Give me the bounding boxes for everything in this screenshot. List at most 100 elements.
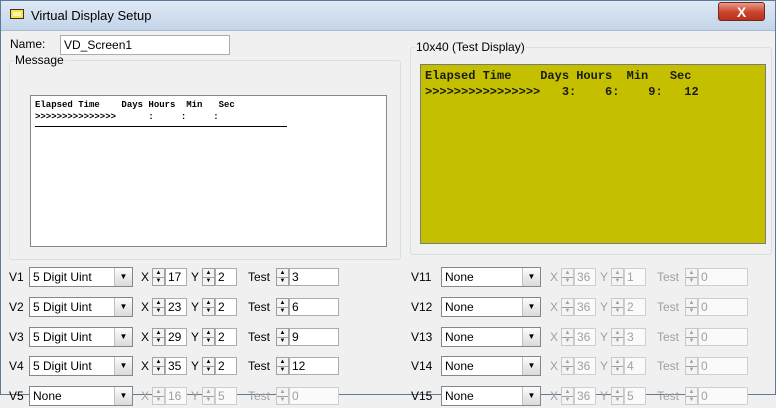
test-value-field[interactable]: 9 <box>289 328 339 346</box>
close-button[interactable]: X <box>718 2 765 21</box>
spin-down-icon[interactable]: ▼ <box>612 337 623 345</box>
y-position-field[interactable]: 2 <box>215 268 237 286</box>
y-position-field[interactable]: 5 <box>624 387 646 405</box>
spin-down-icon[interactable]: ▼ <box>203 307 214 315</box>
spin-arrows-icon[interactable]: ▲ ▼ <box>685 357 698 375</box>
chevron-down-icon[interactable]: ▼ <box>522 268 540 286</box>
variable-type-select[interactable]: 5 Digit Uint ▼ <box>29 356 133 376</box>
spin-arrows-icon[interactable]: ▲ ▼ <box>611 357 624 375</box>
spin-arrows-icon[interactable]: ▲ ▼ <box>152 357 165 375</box>
spin-arrows-icon[interactable]: ▲ ▼ <box>561 298 574 316</box>
spin-arrows-icon[interactable]: ▲ ▼ <box>685 268 698 286</box>
spin-down-icon[interactable]: ▼ <box>612 307 623 315</box>
spin-down-icon[interactable]: ▼ <box>612 396 623 404</box>
spin-down-icon[interactable]: ▼ <box>203 337 214 345</box>
spin-down-icon[interactable]: ▼ <box>277 396 288 404</box>
spin-arrows-icon[interactable]: ▲ ▼ <box>685 328 698 346</box>
x-position-field[interactable]: 36 <box>574 357 596 375</box>
spin-arrows-icon[interactable]: ▲ ▼ <box>276 387 289 405</box>
spin-arrows-icon[interactable]: ▲ ▼ <box>611 328 624 346</box>
variable-type-select[interactable]: None ▼ <box>441 386 541 406</box>
test-value-field[interactable]: 0 <box>289 387 339 405</box>
spin-down-icon[interactable]: ▼ <box>153 366 164 374</box>
spin-down-icon[interactable]: ▼ <box>686 307 697 315</box>
x-position-field[interactable]: 36 <box>574 387 596 405</box>
test-value-field[interactable]: 3 <box>289 268 339 286</box>
spin-arrows-icon[interactable]: ▲ ▼ <box>152 298 165 316</box>
variable-type-select[interactable]: None ▼ <box>441 267 541 287</box>
spin-down-icon[interactable]: ▼ <box>562 396 573 404</box>
y-position-field[interactable]: 2 <box>215 298 237 316</box>
test-value-field[interactable]: 0 <box>698 387 748 405</box>
spin-down-icon[interactable]: ▼ <box>153 277 164 285</box>
spin-down-icon[interactable]: ▼ <box>562 277 573 285</box>
test-value-field[interactable]: 0 <box>698 268 748 286</box>
spin-down-icon[interactable]: ▼ <box>562 337 573 345</box>
x-position-field[interactable]: 35 <box>165 357 187 375</box>
spin-arrows-icon[interactable]: ▲ ▼ <box>152 328 165 346</box>
y-position-field[interactable]: 5 <box>215 387 237 405</box>
spin-arrows-icon[interactable]: ▲ ▼ <box>561 357 574 375</box>
spin-arrows-icon[interactable]: ▲ ▼ <box>561 268 574 286</box>
spin-down-icon[interactable]: ▼ <box>203 396 214 404</box>
variable-type-select[interactable]: 5 Digit Uint ▼ <box>29 267 133 287</box>
chevron-down-icon[interactable]: ▼ <box>522 298 540 316</box>
test-value-field[interactable]: 0 <box>698 298 748 316</box>
test-value-field[interactable]: 0 <box>698 328 748 346</box>
y-position-field[interactable]: 2 <box>624 298 646 316</box>
spin-down-icon[interactable]: ▼ <box>686 396 697 404</box>
chevron-down-icon[interactable]: ▼ <box>522 387 540 405</box>
variable-type-select[interactable]: None ▼ <box>441 297 541 317</box>
spin-down-icon[interactable]: ▼ <box>153 396 164 404</box>
test-value-field[interactable]: 0 <box>698 357 748 375</box>
spin-down-icon[interactable]: ▼ <box>612 277 623 285</box>
chevron-down-icon[interactable]: ▼ <box>114 268 132 286</box>
spin-down-icon[interactable]: ▼ <box>277 307 288 315</box>
message-editor[interactable]: Elapsed Time Days Hours Min Sec >>>>>>>>… <box>30 95 387 247</box>
x-position-field[interactable]: 36 <box>574 268 596 286</box>
spin-arrows-icon[interactable]: ▲ ▼ <box>202 357 215 375</box>
spin-arrows-icon[interactable]: ▲ ▼ <box>202 387 215 405</box>
x-position-field[interactable]: 23 <box>165 298 187 316</box>
chevron-down-icon[interactable]: ▼ <box>114 387 132 405</box>
spin-down-icon[interactable]: ▼ <box>203 277 214 285</box>
spin-arrows-icon[interactable]: ▲ ▼ <box>202 328 215 346</box>
title-bar[interactable]: Virtual Display Setup X <box>1 1 775 31</box>
y-position-field[interactable]: 1 <box>624 268 646 286</box>
test-value-field[interactable]: 12 <box>289 357 339 375</box>
spin-down-icon[interactable]: ▼ <box>277 277 288 285</box>
x-position-field[interactable]: 36 <box>574 328 596 346</box>
spin-arrows-icon[interactable]: ▲ ▼ <box>152 268 165 286</box>
variable-type-select[interactable]: 5 Digit Uint ▼ <box>29 327 133 347</box>
spin-down-icon[interactable]: ▼ <box>562 307 573 315</box>
chevron-down-icon[interactable]: ▼ <box>522 328 540 346</box>
spin-down-icon[interactable]: ▼ <box>686 366 697 374</box>
y-position-field[interactable]: 3 <box>624 328 646 346</box>
y-position-field[interactable]: 2 <box>215 357 237 375</box>
spin-arrows-icon[interactable]: ▲ ▼ <box>276 298 289 316</box>
test-value-field[interactable]: 6 <box>289 298 339 316</box>
x-position-field[interactable]: 17 <box>165 268 187 286</box>
y-position-field[interactable]: 2 <box>215 328 237 346</box>
spin-down-icon[interactable]: ▼ <box>612 366 623 374</box>
chevron-down-icon[interactable]: ▼ <box>114 357 132 375</box>
spin-down-icon[interactable]: ▼ <box>686 277 697 285</box>
variable-type-select[interactable]: None ▼ <box>441 356 541 376</box>
spin-down-icon[interactable]: ▼ <box>153 337 164 345</box>
name-field[interactable] <box>60 35 230 55</box>
spin-arrows-icon[interactable]: ▲ ▼ <box>276 328 289 346</box>
spin-arrows-icon[interactable]: ▲ ▼ <box>685 387 698 405</box>
spin-down-icon[interactable]: ▼ <box>203 366 214 374</box>
y-position-field[interactable]: 4 <box>624 357 646 375</box>
x-position-field[interactable]: 36 <box>574 298 596 316</box>
spin-arrows-icon[interactable]: ▲ ▼ <box>202 298 215 316</box>
chevron-down-icon[interactable]: ▼ <box>114 328 132 346</box>
chevron-down-icon[interactable]: ▼ <box>522 357 540 375</box>
chevron-down-icon[interactable]: ▼ <box>114 298 132 316</box>
spin-arrows-icon[interactable]: ▲ ▼ <box>611 387 624 405</box>
spin-arrows-icon[interactable]: ▲ ▼ <box>685 298 698 316</box>
variable-type-select[interactable]: 5 Digit Uint ▼ <box>29 297 133 317</box>
spin-arrows-icon[interactable]: ▲ ▼ <box>276 357 289 375</box>
spin-arrows-icon[interactable]: ▲ ▼ <box>152 387 165 405</box>
spin-arrows-icon[interactable]: ▲ ▼ <box>202 268 215 286</box>
